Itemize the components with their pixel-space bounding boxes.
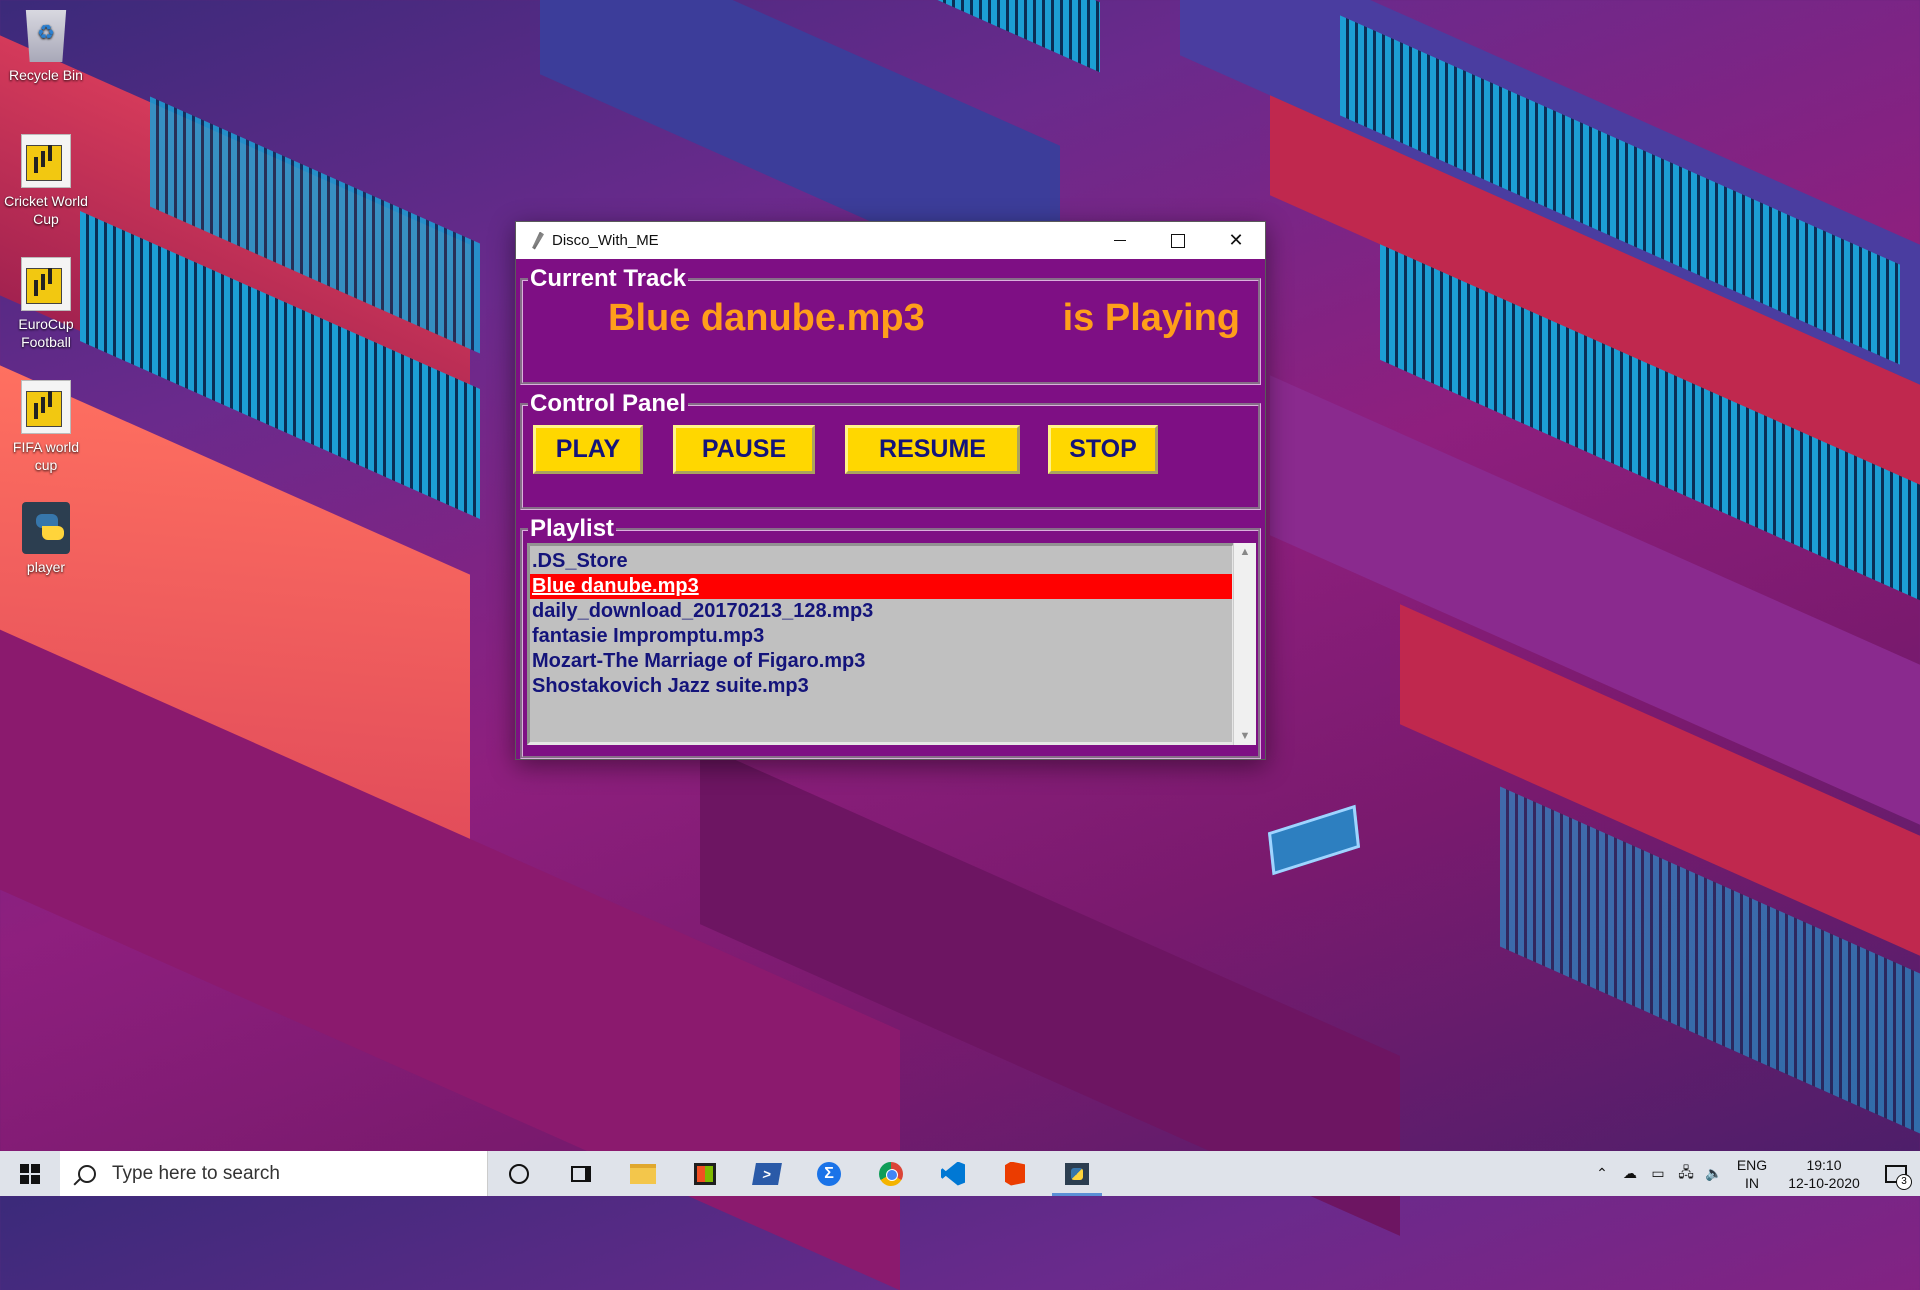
scroll-down-icon[interactable]: ▼ bbox=[1234, 727, 1256, 745]
system-tray: ⌃ ☁ ▭ 🖧 🔈 ENG IN 19:10 12-10-2020 3 bbox=[1588, 1151, 1920, 1196]
task-view-button[interactable] bbox=[550, 1151, 612, 1196]
scroll-up-icon[interactable]: ▲ bbox=[1234, 543, 1256, 561]
windows-logo-icon bbox=[20, 1163, 40, 1184]
feather-icon bbox=[532, 231, 544, 250]
sigma-app-icon: Σ bbox=[817, 1161, 841, 1186]
desktop-icon-label: player bbox=[26, 559, 66, 575]
close-icon: ✕ bbox=[1228, 230, 1244, 250]
clock-time: 19:10 bbox=[1806, 1156, 1842, 1173]
clock[interactable]: 19:10 12-10-2020 bbox=[1776, 1156, 1872, 1192]
desktop-icon-label: Cricket World Cup bbox=[4, 193, 88, 227]
power-bi-icon bbox=[21, 134, 71, 188]
search-icon bbox=[78, 1164, 96, 1183]
control-panel-label: Control Panel bbox=[528, 390, 689, 418]
maximize-button[interactable] bbox=[1149, 222, 1207, 259]
store-icon bbox=[694, 1162, 716, 1185]
sigma-app-button[interactable]: Σ bbox=[798, 1151, 860, 1196]
desktop-icon-eurocup-football[interactable]: EuroCup Football bbox=[1, 257, 91, 351]
title-bar[interactable]: Disco_With_ME ✕ bbox=[516, 222, 1265, 259]
powershell-icon: > bbox=[752, 1162, 782, 1185]
language-indicator[interactable]: ENG IN bbox=[1728, 1156, 1776, 1192]
clock-date: 12-10-2020 bbox=[1788, 1174, 1860, 1191]
language-region: IN bbox=[1745, 1174, 1759, 1191]
current-track-frame: Current Track Blue danube.mp3 is Playing bbox=[520, 265, 1261, 385]
onedrive-icon[interactable]: ☁ bbox=[1616, 1151, 1644, 1196]
playlist-listbox[interactable]: .DS_Store Blue danube.mp3 daily_download… bbox=[527, 543, 1235, 745]
office-icon bbox=[1005, 1161, 1025, 1186]
powershell-button[interactable]: > bbox=[736, 1151, 798, 1196]
taskbar: Type here to search > Σ ⌃ ☁ ▭ 🖧 🔈 ENG IN… bbox=[0, 1151, 1920, 1196]
chrome-button[interactable] bbox=[860, 1151, 922, 1196]
stop-button[interactable]: STOP bbox=[1048, 425, 1158, 474]
power-bi-icon bbox=[21, 257, 71, 311]
current-track-name: Blue danube.mp3 bbox=[608, 297, 925, 339]
action-center-button[interactable]: 3 bbox=[1872, 1151, 1920, 1196]
python-file-icon bbox=[22, 502, 70, 554]
office-button[interactable] bbox=[984, 1151, 1046, 1196]
playlist-item-selected[interactable]: Blue danube.mp3 bbox=[530, 574, 1232, 599]
start-button[interactable] bbox=[0, 1151, 60, 1196]
resume-button[interactable]: RESUME bbox=[845, 425, 1020, 474]
python-app-icon bbox=[1065, 1162, 1089, 1185]
python-app-button[interactable] bbox=[1046, 1151, 1108, 1196]
window-title: Disco_With_ME bbox=[552, 232, 659, 249]
desktop-icon-label: Recycle Bin bbox=[9, 67, 83, 83]
volume-icon[interactable]: 🔈 bbox=[1700, 1151, 1728, 1196]
power-bi-icon bbox=[21, 380, 71, 434]
playlist-item[interactable]: daily_download_20170213_128.mp3 bbox=[530, 599, 1232, 624]
minimize-button[interactable] bbox=[1091, 222, 1149, 259]
playlist-item[interactable]: Mozart-The Marriage of Figaro.mp3 bbox=[530, 649, 1232, 674]
desktop-icon-cricket-world-cup[interactable]: Cricket World Cup bbox=[1, 134, 91, 228]
task-view-icon bbox=[571, 1165, 591, 1182]
desktop-icon-fifa-world-cup[interactable]: FIFA world cup bbox=[1, 380, 91, 474]
vscode-button[interactable] bbox=[922, 1151, 984, 1196]
playlist-scrollbar[interactable]: ▲ ▼ bbox=[1233, 543, 1256, 745]
cortana-button[interactable] bbox=[488, 1151, 550, 1196]
desktop-icon-recycle-bin[interactable]: Recycle Bin bbox=[1, 10, 91, 84]
current-track-label: Current Track bbox=[528, 265, 689, 293]
network-icon[interactable]: 🖧 bbox=[1672, 1151, 1700, 1196]
chrome-icon bbox=[879, 1161, 903, 1186]
store-button[interactable] bbox=[674, 1151, 736, 1196]
playlist-label: Playlist bbox=[528, 515, 617, 543]
playback-status: is Playing bbox=[1062, 297, 1240, 339]
pause-button[interactable]: PAUSE bbox=[673, 425, 815, 474]
desktop-icon-label: EuroCup Football bbox=[18, 316, 74, 350]
playlist-item[interactable]: fantasie Impromptu.mp3 bbox=[530, 624, 1232, 649]
desktop-icon-player[interactable]: player bbox=[1, 502, 91, 576]
search-placeholder: Type here to search bbox=[112, 1162, 280, 1184]
music-player-window: Disco_With_ME ✕ Current Track Blue danub… bbox=[515, 221, 1266, 760]
cortana-icon bbox=[509, 1163, 529, 1184]
playlist-item[interactable]: Shostakovich Jazz suite.mp3 bbox=[530, 674, 1232, 699]
playlist-frame: Playlist .DS_Store Blue danube.mp3 daily… bbox=[520, 515, 1261, 759]
play-button[interactable]: PLAY bbox=[533, 425, 643, 474]
file-explorer-icon bbox=[630, 1163, 656, 1184]
file-explorer-button[interactable] bbox=[612, 1151, 674, 1196]
language-code: ENG bbox=[1736, 1156, 1768, 1173]
close-button[interactable]: ✕ bbox=[1207, 222, 1265, 259]
control-panel-frame: Control Panel PLAY PAUSE RESUME STOP bbox=[520, 390, 1261, 510]
maximize-icon bbox=[1171, 233, 1185, 248]
minimize-icon bbox=[1114, 240, 1126, 241]
taskbar-search-box[interactable]: Type here to search bbox=[60, 1151, 488, 1196]
battery-icon[interactable]: ▭ bbox=[1644, 1151, 1672, 1196]
show-hidden-icons-button[interactable]: ⌃ bbox=[1588, 1151, 1616, 1196]
desktop-icon-label: FIFA world cup bbox=[12, 439, 80, 473]
notification-count: 3 bbox=[1896, 1174, 1912, 1190]
recycle-bin-icon bbox=[25, 10, 67, 62]
vscode-icon bbox=[941, 1161, 965, 1186]
playlist-item[interactable]: .DS_Store bbox=[530, 549, 1232, 574]
